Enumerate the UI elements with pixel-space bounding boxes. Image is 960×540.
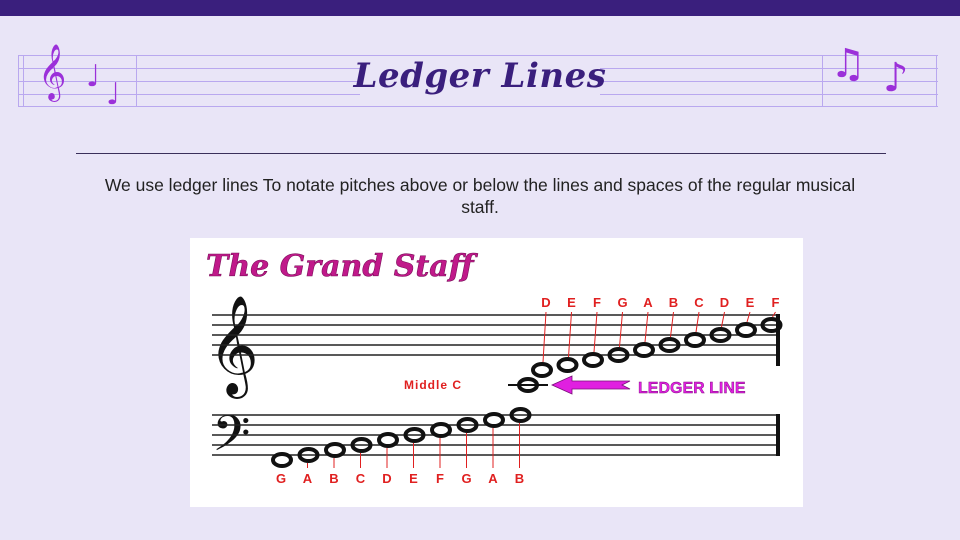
treble-note <box>735 322 757 338</box>
description-text: We use ledger lines To notate pitches ab… <box>104 175 856 217</box>
divider <box>76 153 886 154</box>
ledger-arrow-icon <box>551 375 631 395</box>
treble-note-label: A <box>643 295 653 310</box>
treble-note <box>556 357 579 373</box>
top-accent-bar <box>0 0 960 16</box>
bass-note <box>430 422 452 438</box>
bass-note-label: A <box>303 471 313 486</box>
bass-note-label: F <box>436 471 444 486</box>
treble-note <box>531 362 553 378</box>
treble-pointer-line <box>644 311 649 343</box>
figure-treble-clef-icon: 𝄞 <box>208 295 259 399</box>
bass-note-label: G <box>276 471 286 486</box>
bass-note <box>483 412 505 428</box>
treble-note-label: C <box>694 295 704 310</box>
treble-note-label: F <box>772 295 780 310</box>
treble-note-label: E <box>567 295 576 310</box>
bass-note-label: A <box>488 471 498 486</box>
bass-note-label: B <box>515 471 524 486</box>
bass-note-label: G <box>461 471 471 486</box>
bass-note-label: D <box>382 471 391 486</box>
treble-note <box>684 332 706 348</box>
page-title: Ledger Lines <box>353 56 607 96</box>
bass-note <box>324 442 346 458</box>
bass-note <box>377 432 399 448</box>
bass-note-label: B <box>329 471 338 486</box>
treble-note <box>633 342 655 358</box>
treble-note-label: B <box>669 295 678 310</box>
treble-note-label: E <box>746 295 755 310</box>
ledger-line-label: LEDGER LINE <box>638 380 746 397</box>
treble-note <box>582 352 604 368</box>
grand-staff-figure: The Grand Staff 𝄞 𝄢 DEFGABCDEFGABCDEFGAB… <box>190 238 803 507</box>
figure-heading: The Grand Staff <box>206 249 479 284</box>
treble-note-label: D <box>541 295 550 310</box>
treble-note-label: D <box>720 295 729 310</box>
treble-note-label: G <box>617 295 627 310</box>
treble-pointer-line <box>746 311 751 323</box>
treble-pointer-line <box>619 311 623 348</box>
treble-pointer-line <box>593 311 598 353</box>
bass-note <box>271 452 293 468</box>
bass-note-label: E <box>409 471 418 486</box>
middle-c-label: Middle C <box>404 378 462 392</box>
treble-note-label: F <box>593 295 601 310</box>
bass-note-label: C <box>356 471 366 486</box>
